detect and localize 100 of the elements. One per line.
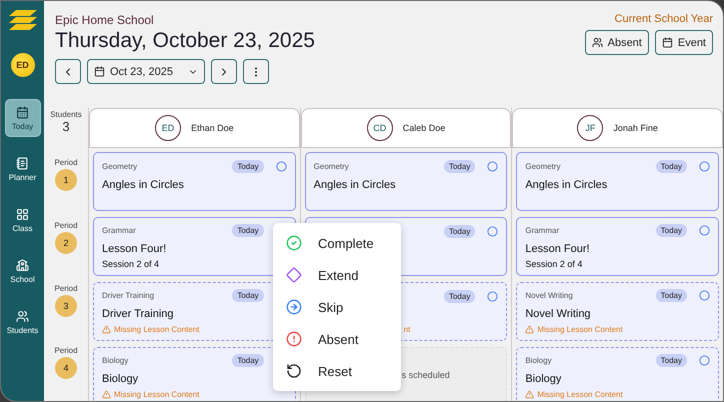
warning-icon [525,390,534,399]
subject-label: Biology [525,356,552,365]
empty-slot-text: s scheduled [402,370,450,380]
check-circle-icon [286,235,302,251]
today-badge: Today [232,224,264,237]
school-name: Epic Home School [55,13,155,27]
plus-diamond-icon [286,267,302,283]
action-button[interactable]: Event [654,30,713,55]
warning-text: nt [404,325,410,334]
subject-label: Geometry [102,162,138,170]
nav-item[interactable]: School [4,252,40,290]
status-circle-icon[interactable] [699,160,710,172]
status-circle-icon[interactable] [276,160,287,172]
today-badge: Today [232,289,264,302]
today-badge: Today [656,289,688,302]
lesson-card[interactable]: Geometry Today Angles in Circles [516,152,720,211]
calendar-icon [94,66,105,77]
today-badge: Today [232,160,264,172]
student-name: Ethan Doe [191,123,234,133]
action-button[interactable]: Absent [584,30,649,55]
today-badge: Today [656,354,688,367]
today-badge: Today [444,290,476,302]
subject-label: Novel Writing [525,291,573,300]
nav-item[interactable]: Planner [4,150,40,188]
period-label: Period [54,158,78,167]
period-number: 1 [55,169,77,191]
next-button[interactable] [211,59,237,84]
student-avatar: JF [577,115,604,141]
notebook-icon [16,156,29,170]
today-badge: Today [444,224,476,238]
nav-item[interactable]: Students [4,303,40,341]
subject-label: Grammar [525,226,560,235]
grid-icon [16,208,29,220]
lesson-card[interactable]: Geometry Today Angles in Circles [304,152,508,211]
lesson-title: Lesson Four! [525,243,591,255]
period-label: Period [54,284,78,292]
warning-icon [102,390,111,399]
period-number: 4 [55,357,77,380]
date-picker[interactable]: Oct 23, 2025 [87,59,205,84]
school-year-link[interactable]: Current School Year [584,13,713,25]
calendar-icon [16,106,29,118]
lesson-card[interactable]: Biology Today Biology Missing Lesson Content [516,347,720,401]
warning-text: Missing Lesson Content [537,325,623,334]
warning-text: Missing Lesson Content [114,325,200,334]
calendar-icon [662,37,673,48]
previous-button[interactable] [55,59,81,84]
student-name: Caleb Doe [402,123,446,133]
lesson-title: Angles in Circles [102,179,185,191]
lesson-title: Biology [525,373,562,385]
student-avatar: CD [366,115,393,141]
warning-text: Missing Lesson Content [537,390,623,399]
subject-label: Geometry [525,162,560,170]
lesson-title: Angles in Circles [314,179,397,191]
today-badge: Today [656,160,688,172]
lesson-card[interactable]: Biology Today Biology Missing Lesson Content [93,347,296,401]
user-avatar[interactable]: ED [10,53,34,77]
lesson-card[interactable]: Geometry Today Angles in Circles [93,152,296,211]
period-label: Period [54,220,78,230]
nav-item[interactable]: Class [4,201,40,239]
session-text: Session 2 of 4 [525,259,584,269]
today-badge: Today [444,160,476,172]
arrow-circle-icon [286,299,302,315]
status-circle-icon[interactable] [699,290,710,301]
lesson-card[interactable]: Grammar Today Lesson Four! Session 2 of 4 [516,217,720,276]
reset-icon [286,363,302,379]
school-icon [16,258,29,272]
status-circle-icon[interactable] [699,225,710,236]
warning-icon [102,325,111,334]
session-text: Session 2 of 4 [102,259,160,269]
nav-item[interactable]: Today [4,99,40,137]
status-circle-icon[interactable] [487,290,498,302]
today-badge: Today [656,224,688,237]
students-count: 3 [62,119,70,134]
student-avatar: ED [155,115,182,141]
lesson-title: Lesson Four! [102,243,168,255]
period-number: 3 [55,294,77,316]
students-label: Students [50,110,82,119]
people-icon [592,37,603,48]
alert-circle-icon [286,331,302,347]
lesson-title: Novel Writing [525,308,592,320]
subject-label: Driver Training [102,291,154,300]
lesson-title: Biology [102,373,140,385]
page-title: Thursday, October 23, 2025 [55,29,315,53]
more-button[interactable] [243,59,269,84]
student-name: Jonah Fine [613,123,658,133]
status-circle-icon[interactable] [699,355,710,366]
lesson-title: Driver Training [102,308,175,320]
logo-icon [8,9,38,31]
status-circle-icon[interactable] [487,160,498,172]
people-icon [16,310,29,322]
period-label: Period [54,346,78,356]
warning-text: Missing Lesson Content [114,390,200,399]
warning-icon [525,325,534,334]
status-circle-icon[interactable] [487,226,498,236]
lesson-card[interactable]: Grammar Today Lesson Four! Session 2 of 4 [93,217,296,276]
period-number: 2 [55,232,77,254]
lesson-card[interactable]: Novel Writing Today Novel Writing Missing Lesson Content [516,282,720,341]
subject-label: Grammar [102,226,136,235]
lesson-title: Angles in Circles [525,179,608,191]
today-badge: Today [232,354,264,367]
